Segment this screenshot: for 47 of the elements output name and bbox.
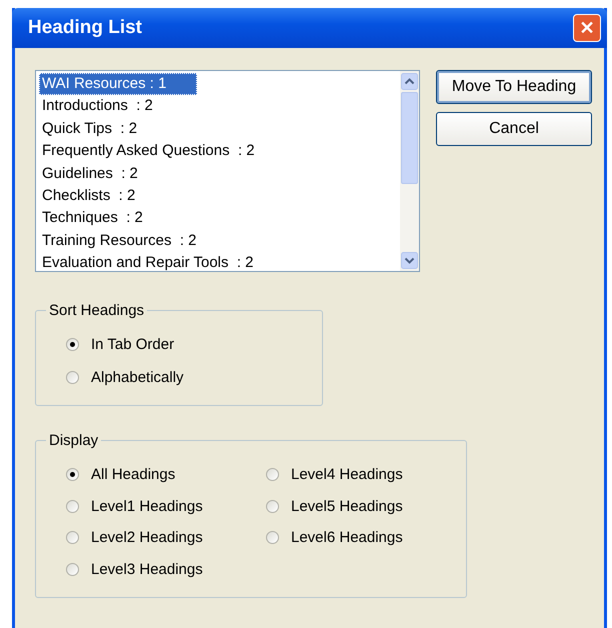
radio-option[interactable]: Level3 Headings (66, 558, 266, 580)
radio-label: Level3 Headings (91, 560, 203, 578)
radio-option[interactable]: Alphabetically (66, 366, 322, 389)
window-title: Heading List (28, 17, 142, 39)
list-item[interactable]: Checklists : 2 (39, 184, 397, 208)
radio-label: Level6 Headings (291, 529, 403, 546)
list-item[interactable]: Evaluation and Repair Tools : 2 (39, 252, 397, 275)
scrollbar[interactable] (400, 71, 419, 271)
radio-label: Alphabetically (91, 369, 184, 386)
radio-label: All Headings (91, 466, 176, 483)
radio-icon[interactable] (66, 371, 79, 384)
radio-icon[interactable] (66, 338, 79, 351)
radio-label: Level2 Headings (91, 529, 203, 546)
radio-option[interactable]: Level5 Headings (266, 494, 466, 518)
list-item[interactable]: WAI Resources : 1 (39, 73, 197, 96)
list-item[interactable]: Quick Tips : 2 (39, 118, 397, 140)
list-item[interactable]: Frequently Asked Questions : 2 (39, 140, 397, 163)
dialog-button[interactable]: Move To Heading (436, 70, 592, 104)
radio-label: Level4 Headings (291, 466, 403, 483)
group-title: Display (48, 432, 100, 449)
radio-icon[interactable] (266, 468, 279, 481)
radio-option[interactable]: Level2 Headings (66, 526, 266, 549)
radio-label: Level5 Headings (291, 498, 403, 514)
radio-icon[interactable] (266, 531, 279, 544)
radio-icon[interactable] (266, 500, 279, 512)
list-item[interactable]: Introductions : 2 (39, 95, 397, 118)
radio-option[interactable]: All Headings (66, 463, 266, 486)
scroll-down-icon[interactable] (401, 252, 418, 269)
close-button[interactable]: ✕ (573, 14, 601, 42)
radio-option[interactable]: Level6 Headings (266, 526, 466, 549)
dialog-button[interactable]: Cancel (436, 112, 592, 146)
scroll-thumb[interactable] (401, 92, 418, 184)
list-item[interactable]: Techniques : 2 (39, 207, 397, 230)
radio-icon[interactable] (66, 500, 79, 512)
radio-label: In Tab Order (91, 336, 174, 353)
radio-option[interactable]: Level1 Headings (66, 494, 266, 518)
list-item[interactable]: Training Resources : 2 (39, 230, 397, 252)
heading-listbox[interactable]: WAI Resources : 1 Introductions : 2 Quick Tips : 2 Frequently Asked Questions : 2 Guidelines : 2 Checklists : 2 Techniques : 2 Training Resources : 2 Evaluation and Repair Tools : 2 (35, 70, 420, 272)
radio-icon[interactable] (66, 531, 79, 544)
radio-option[interactable]: In Tab Order (66, 333, 322, 356)
scroll-up-icon[interactable] (401, 73, 418, 90)
radio-icon[interactable] (66, 468, 79, 481)
list-item[interactable]: Guidelines : 2 (39, 162, 397, 185)
radio-option[interactable]: Level4 Headings (266, 463, 466, 486)
radio-label: Level1 Headings (91, 498, 203, 514)
radio-icon[interactable] (66, 562, 79, 576)
group-title: Sort Headings (48, 302, 146, 319)
